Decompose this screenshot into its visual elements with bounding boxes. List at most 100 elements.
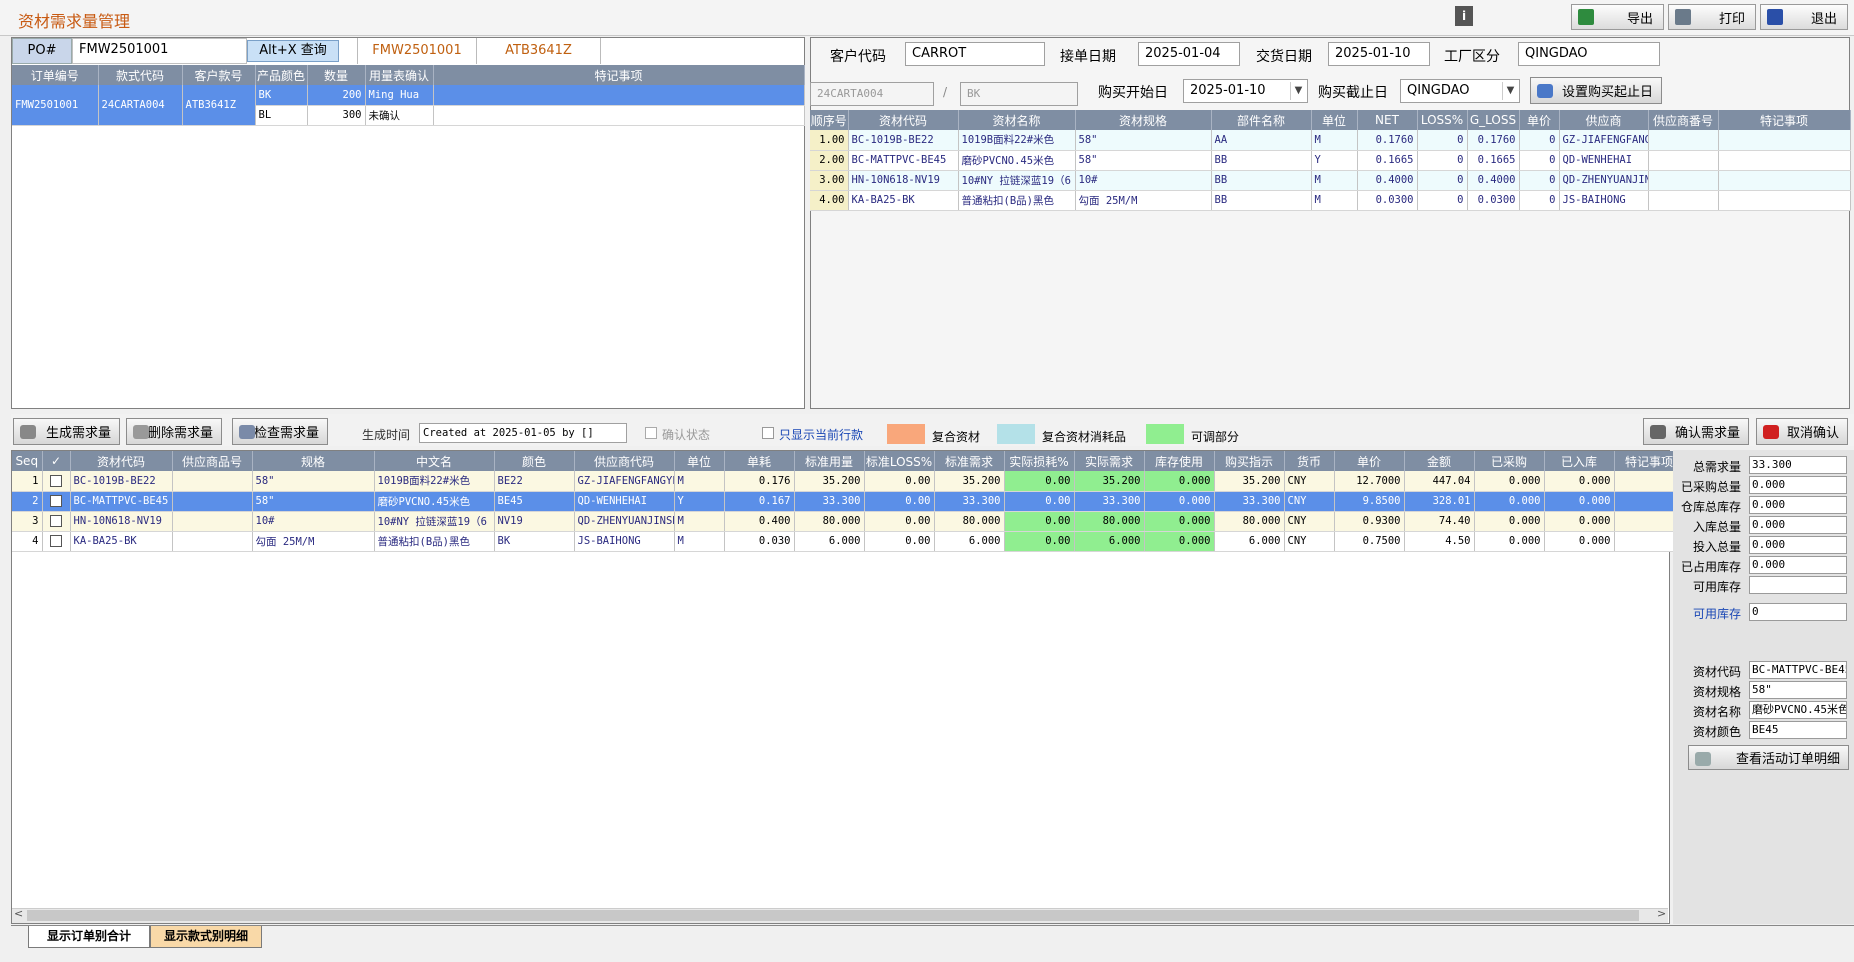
select-cell[interactable]: ✓ — [42, 491, 71, 512]
cust-code-field[interactable]: CARROT — [905, 42, 1045, 66]
table-cell[interactable]: 1019B面料22#米色 — [374, 471, 495, 492]
table-cell[interactable]: 0.4000 — [1467, 170, 1520, 191]
table-cell[interactable]: 6.000 — [934, 531, 1005, 552]
col-header[interactable]: 单价 — [1334, 451, 1405, 471]
table-cell[interactable]: 0.1760 — [1467, 130, 1520, 151]
table-cell[interactable]: 0.000 — [1474, 531, 1545, 552]
table-cell[interactable] — [1718, 150, 1851, 171]
table-cell[interactable]: M — [1311, 190, 1358, 211]
col-header[interactable]: 单位 — [1311, 110, 1358, 130]
table-cell[interactable]: 58" — [1075, 150, 1212, 171]
table-cell[interactable]: BC-MATTPVC-BE45 — [848, 150, 959, 171]
style-code-cell[interactable]: 24CARTA004 — [98, 85, 183, 126]
color-cell[interactable]: BK — [255, 85, 308, 106]
table-cell[interactable]: KA-BA25-BK — [70, 531, 173, 552]
row-checkbox[interactable] — [50, 515, 62, 527]
col-header[interactable]: 标准用量 — [794, 451, 865, 471]
table-cell[interactable]: 4 — [12, 531, 43, 552]
tab-order-summary[interactable]: 显示订单别合计 — [28, 926, 150, 948]
table-cell[interactable]: 1.00 — [810, 130, 849, 151]
table-cell[interactable]: 10#NY 拉链深蓝19（6 — [374, 511, 495, 532]
col-header[interactable]: 供应商代码 — [574, 451, 675, 471]
table-cell[interactable]: 0.000 — [1544, 511, 1615, 532]
scrollbar-thumb[interactable] — [27, 910, 1639, 921]
table-cell[interactable]: 0 — [1519, 130, 1560, 151]
qty-cell[interactable]: 200 — [307, 85, 366, 106]
print-button[interactable]: 打印 — [1668, 4, 1756, 30]
table-cell[interactable]: 1 — [12, 471, 43, 492]
buy-start-field[interactable]: 2025-01-10 ▼ — [1183, 79, 1308, 103]
note-cell[interactable] — [433, 105, 805, 126]
table-cell[interactable]: BB — [1211, 150, 1312, 171]
table-cell[interactable]: JS-BAIHONG — [1559, 190, 1649, 211]
info-icon[interactable]: i — [1455, 6, 1473, 26]
table-row[interactable]: 2 ✓ BC-MATTPVC-BE45 58" 磨砂PVCNO.45米色 BE45 QD-W… — [12, 491, 1685, 512]
select-cell[interactable] — [42, 471, 71, 492]
table-cell[interactable]: 0.1665 — [1467, 150, 1520, 171]
col-header[interactable]: 颜色 — [494, 451, 575, 471]
col-header[interactable]: 特记事项 — [1718, 110, 1851, 130]
col-header[interactable]: 供应商番号 — [1648, 110, 1719, 130]
table-cell[interactable]: 磨砂PVCNO.45米色 — [374, 491, 495, 512]
table-cell[interactable]: HN-10N618-NV19 — [848, 170, 959, 191]
col-header[interactable]: 款式代码 — [98, 65, 183, 85]
table-cell[interactable]: GZ-JIAFENGFANGYE — [574, 471, 675, 492]
table-cell[interactable]: 0.000 — [1544, 471, 1615, 492]
col-header[interactable]: 已采购 — [1474, 451, 1545, 471]
chevron-left-icon[interactable]: < — [14, 907, 23, 920]
table-cell[interactable]: CNY — [1284, 531, 1335, 552]
table-cell[interactable]: 0.400 — [724, 511, 795, 532]
col-header[interactable]: Seq — [12, 451, 43, 471]
table-cell[interactable]: BE22 — [494, 471, 575, 492]
table-cell[interactable] — [1718, 130, 1851, 151]
table-cell[interactable]: JS-BAIHONG — [574, 531, 675, 552]
col-header[interactable]: 产品颜色 — [255, 65, 308, 85]
col-header[interactable]: 资材代码 — [70, 451, 173, 471]
table-cell[interactable]: 3.00 — [810, 170, 849, 191]
table-cell[interactable]: 2 — [12, 491, 43, 512]
table-cell[interactable]: BC-MATTPVC-BE45 — [70, 491, 173, 512]
table-cell[interactable]: 80.000 — [1214, 511, 1285, 532]
col-header[interactable]: ✓ — [42, 451, 71, 471]
table-cell[interactable] — [1648, 150, 1719, 171]
table-cell[interactable]: 0.0300 — [1467, 190, 1520, 211]
table-cell[interactable]: 0.000 — [1474, 491, 1545, 512]
table-cell[interactable]: 0.000 — [1474, 511, 1545, 532]
table-cell[interactable]: 0.9300 — [1334, 511, 1405, 532]
table-cell[interactable]: 0.7500 — [1334, 531, 1405, 552]
table-cell[interactable]: M — [674, 531, 725, 552]
col-header[interactable]: 数量 — [307, 65, 366, 85]
table-cell[interactable]: 普通粘扣(B品)黑色 — [374, 531, 495, 552]
col-header[interactable]: 库存使用 — [1144, 451, 1215, 471]
table-cell[interactable] — [1718, 190, 1851, 211]
col-header[interactable]: LOSS% — [1417, 110, 1468, 130]
table-cell[interactable] — [172, 471, 253, 492]
table-cell[interactable]: KA-BA25-BK — [848, 190, 959, 211]
col-header[interactable]: 资材规格 — [1075, 110, 1212, 130]
table-cell[interactable]: 58" — [1075, 130, 1212, 151]
table-cell[interactable]: QD-ZHENYUANJIN — [1559, 170, 1649, 191]
table-cell[interactable]: 80.000 — [934, 511, 1005, 532]
table-cell[interactable]: 328.01 — [1404, 491, 1475, 512]
chevron-down-icon[interactable]: ▼ — [1502, 82, 1518, 100]
col-header[interactable]: 实际损耗% — [1004, 451, 1075, 471]
table-cell[interactable]: 6.000 — [794, 531, 865, 552]
chevron-down-icon[interactable]: ▼ — [1290, 82, 1306, 100]
table-cell[interactable]: 0.030 — [724, 531, 795, 552]
set-buy-period-button[interactable]: 设置购买起止日 — [1530, 77, 1662, 104]
qty-cell[interactable]: 300 — [307, 105, 366, 126]
table-cell[interactable]: 0 — [1417, 130, 1468, 151]
view-active-orders-button[interactable]: 查看活动订单明细 — [1688, 745, 1849, 770]
table-cell[interactable]: 0.000 — [1544, 531, 1615, 552]
table-cell[interactable] — [172, 491, 253, 512]
col-header[interactable]: 用量表确认 — [365, 65, 434, 85]
col-header[interactable]: 标准需求 — [934, 451, 1005, 471]
export-button[interactable]: 导出 — [1571, 4, 1664, 30]
table-row[interactable]: 3 HN-10N618-NV19 10# 10#NY 拉链深蓝19（6 NV19 QD-Z… — [12, 511, 1685, 532]
table-cell[interactable]: 9.8500 — [1334, 491, 1405, 512]
tab-style-detail[interactable]: 显示款式别明细 — [150, 926, 262, 948]
table-cell[interactable]: 0 — [1417, 170, 1468, 191]
table-cell[interactable]: HN-10N618-NV19 — [70, 511, 173, 532]
table-cell[interactable]: 35.200 — [934, 471, 1005, 492]
table-cell[interactable]: 12.7000 — [1334, 471, 1405, 492]
